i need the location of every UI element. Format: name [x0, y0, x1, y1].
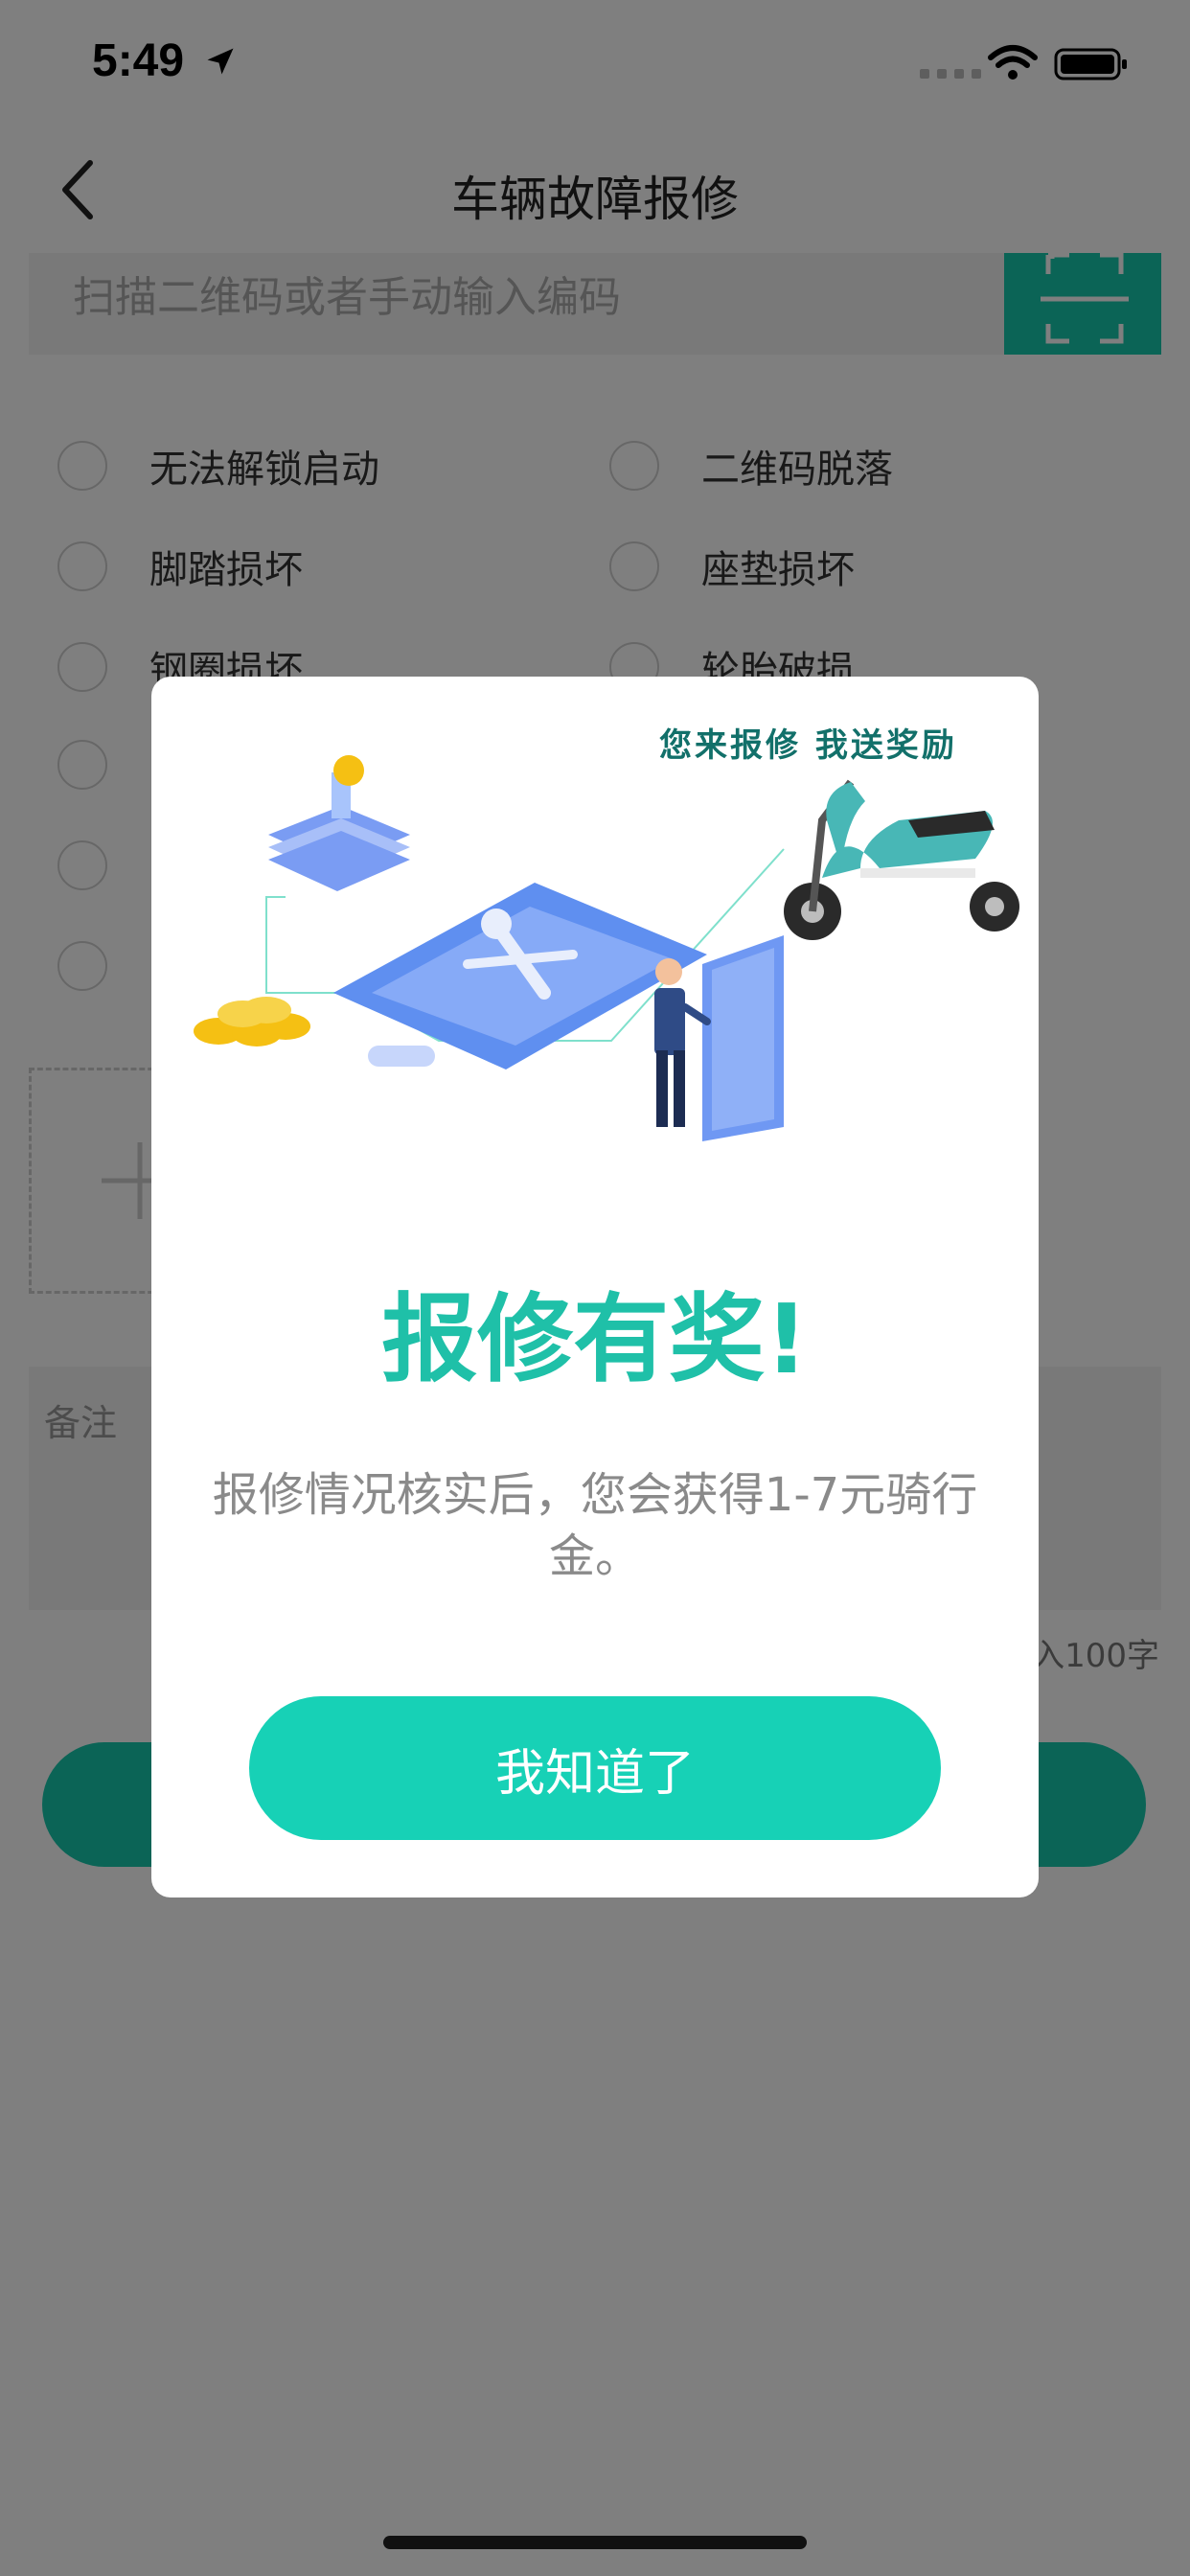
home-indicator — [383, 2536, 807, 2549]
acknowledge-button[interactable]: 我知道了 — [249, 1696, 941, 1840]
modal-title: 报修有奖! — [381, 1283, 809, 1395]
reward-modal: 您来报修 我送奖励 报修有奖! 报修情况核实后，您会获得1-7元骑行金。 我知道… — [151, 677, 1039, 1898]
modal-description: 报修情况核实后，您会获得1-7元骑行金。 — [212, 1468, 978, 1583]
acknowledge-button-label: 我知道了 — [494, 1744, 695, 1803]
modal-slogan: 您来报修 我送奖励 — [659, 726, 957, 765]
